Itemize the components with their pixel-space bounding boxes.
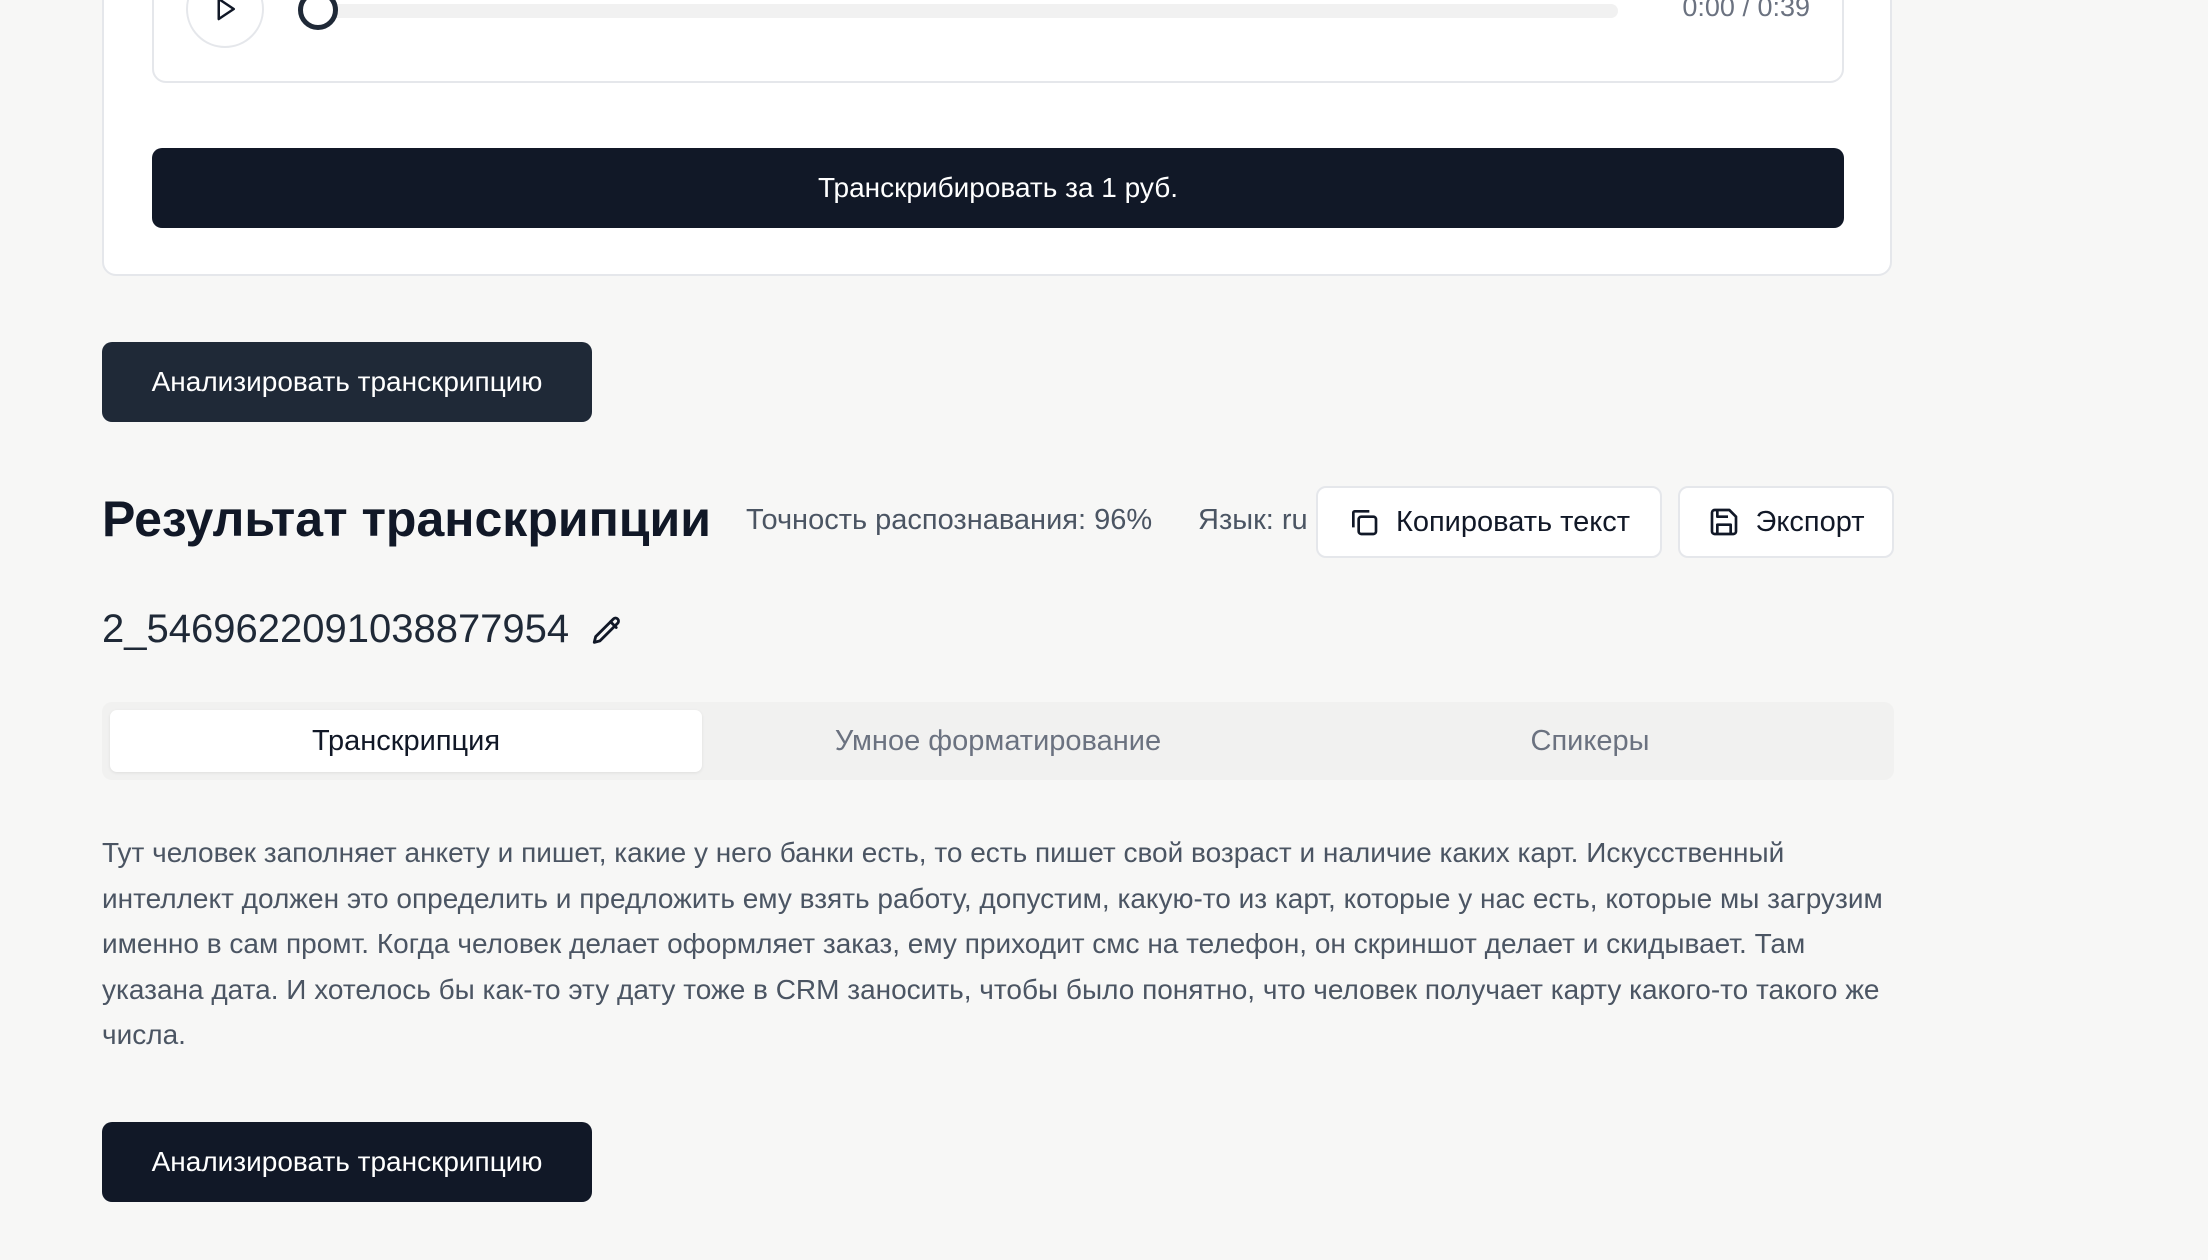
result-title: Результат транскрипции <box>102 491 712 547</box>
copy-text-button[interactable]: Копировать текст <box>1316 486 1662 558</box>
result-tabs: Транскрипция Умное форматирование Спикер… <box>102 702 1894 780</box>
save-icon <box>1710 508 1737 536</box>
audio-progress-track[interactable] <box>318 4 1618 18</box>
tab-smart-formatting[interactable]: Умное форматирование <box>702 710 1294 772</box>
recognition-accuracy: Точность распознавания: 96% <box>746 504 1153 536</box>
copy-icon <box>1351 510 1378 536</box>
audio-time: 0:00 / 0:39 <box>1682 0 1810 22</box>
file-name: 2_5469622091038877954 <box>102 607 570 651</box>
transcript-text: Тут человек заполняет анкету и пишет, ка… <box>102 837 1883 1050</box>
copy-text-label: Копировать текст <box>1395 505 1631 538</box>
pencil-icon[interactable] <box>590 614 624 648</box>
transcribe-button[interactable]: Транскрибировать за 1 руб. <box>152 148 1844 228</box>
export-label: Экспорт <box>1755 505 1865 538</box>
analyze-transcription-button-bottom[interactable]: Анализировать транскрипцию <box>102 1122 592 1202</box>
language-label: Язык: ru <box>1198 504 1308 536</box>
play-icon <box>217 0 235 21</box>
tab-speakers[interactable]: Спикеры <box>1294 710 1886 772</box>
analyze-transcription-button[interactable]: Анализировать транскрипцию <box>102 342 592 422</box>
tab-transcription[interactable]: Транскрипция <box>110 710 702 772</box>
export-button[interactable]: Экспорт <box>1678 486 1894 558</box>
